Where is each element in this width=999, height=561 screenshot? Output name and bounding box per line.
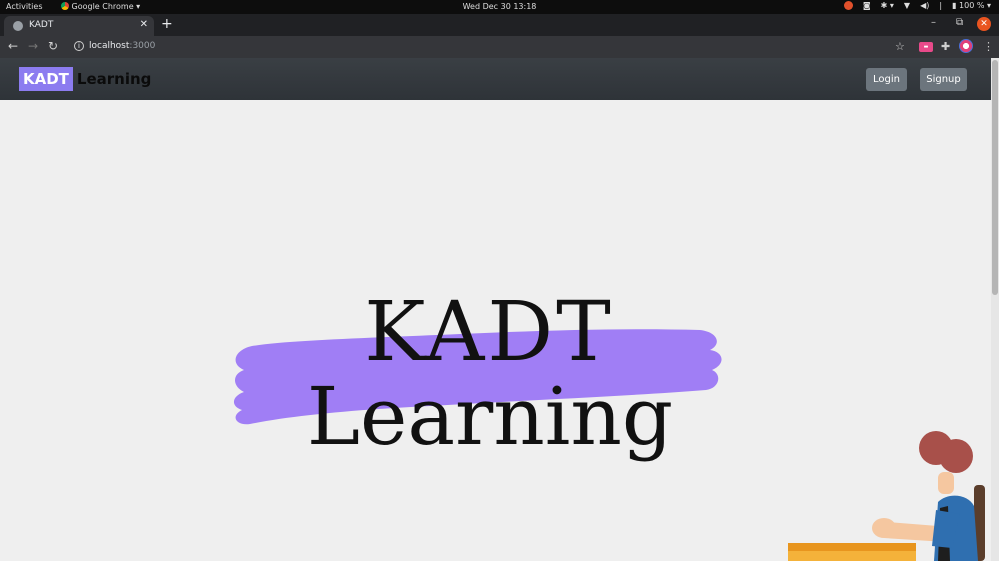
volume-icon[interactable]: ◀) bbox=[920, 1, 929, 10]
discord-icon[interactable]: ◙ bbox=[863, 1, 871, 10]
tab-strip: KADT ✕ + – ⧉ ✕ bbox=[0, 14, 999, 36]
scrollbar-thumb[interactable] bbox=[992, 60, 998, 295]
reload-icon[interactable]: ↻ bbox=[48, 39, 58, 53]
info-icon[interactable]: i bbox=[74, 41, 84, 51]
mic-icon[interactable]: | bbox=[939, 1, 942, 10]
page-viewport: KADT Learning Login Signup KADT Learning bbox=[0, 58, 999, 561]
profile-icon[interactable] bbox=[959, 39, 973, 53]
minimize-icon[interactable]: – bbox=[931, 17, 936, 28]
back-icon[interactable]: ← bbox=[8, 39, 18, 53]
brand-logo[interactable]: KADT Learning bbox=[19, 67, 151, 91]
menu-icon[interactable]: ⋮ bbox=[983, 40, 994, 53]
hero-title: KADT Learning bbox=[230, 288, 730, 488]
tab-close-icon[interactable]: ✕ bbox=[140, 19, 148, 30]
battery-icon[interactable]: ▮ 100 % ▾ bbox=[952, 1, 991, 10]
system-top-bar: Activities Google Chrome ▾ Wed Dec 30 13… bbox=[0, 0, 999, 14]
forward-icon[interactable]: → bbox=[28, 39, 38, 53]
signup-button[interactable]: Signup bbox=[920, 68, 967, 91]
scrollbar[interactable] bbox=[991, 58, 999, 561]
extension-badge-icon[interactable]: ▬ bbox=[919, 42, 933, 52]
student-desk-illustration bbox=[788, 431, 985, 561]
new-tab-button[interactable]: + bbox=[161, 16, 173, 32]
window-close-icon[interactable]: ✕ bbox=[977, 17, 991, 31]
url-port: :3000 bbox=[129, 41, 156, 51]
accessibility-icon[interactable]: ✱ ▾ bbox=[881, 1, 894, 10]
browser-tab[interactable]: KADT ✕ bbox=[4, 16, 154, 36]
restore-icon[interactable]: ⧉ bbox=[956, 17, 963, 28]
globe-icon bbox=[13, 21, 23, 31]
extension-icon[interactable]: ✚ bbox=[941, 40, 950, 53]
tab-title: KADT bbox=[29, 20, 54, 30]
brand-box: KADT bbox=[19, 67, 73, 91]
hero-line-1: KADT bbox=[364, 285, 614, 380]
record-icon[interactable] bbox=[843, 1, 853, 10]
login-button[interactable]: Login bbox=[866, 68, 907, 91]
url-host: localhost bbox=[89, 41, 130, 51]
star-icon[interactable]: ☆ bbox=[895, 40, 905, 53]
brand-text: Learning bbox=[76, 70, 152, 88]
site-navbar: KADT Learning Login Signup bbox=[0, 58, 991, 100]
hero-line-2: Learning bbox=[306, 370, 674, 463]
wifi-icon[interactable]: ▼ bbox=[904, 1, 910, 10]
address-bar[interactable]: i localhost:3000 bbox=[68, 38, 888, 56]
browser-toolbar: ← → ↻ i localhost:3000 ☆ ▬ ✚ ⋮ bbox=[0, 36, 999, 58]
